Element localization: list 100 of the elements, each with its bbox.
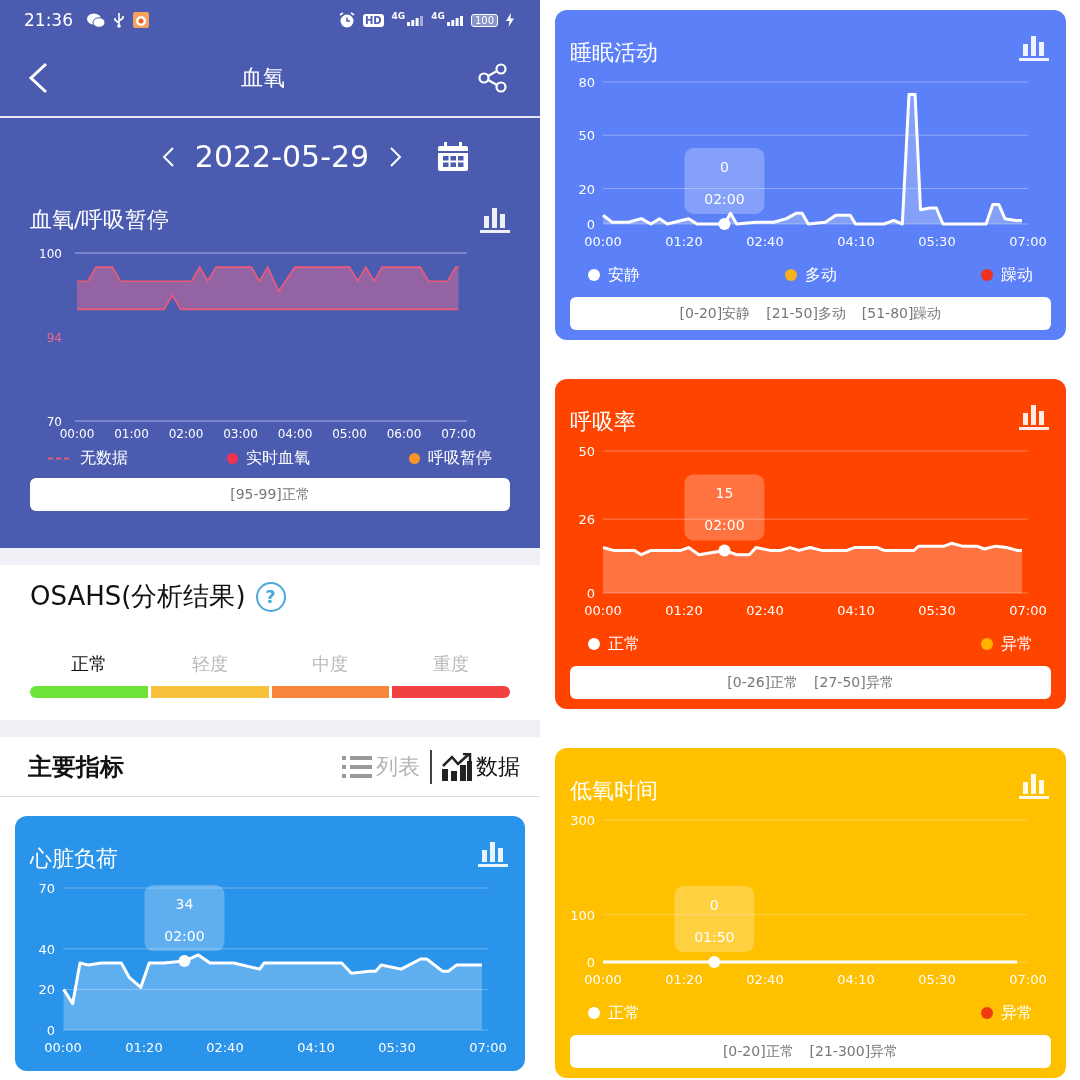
- threshold-label: 94: [46, 331, 62, 345]
- x-axis-label: 05:30: [918, 234, 956, 249]
- chevron-right-icon[interactable]: [389, 145, 404, 168]
- data-point-marker[interactable]: [708, 956, 721, 968]
- data-point-marker[interactable]: [178, 955, 191, 968]
- range-label: [27-50]异常: [814, 673, 894, 692]
- data-point-marker[interactable]: [718, 544, 731, 557]
- severity-label: 正常: [70, 652, 107, 676]
- x-axis-label: 01:00: [114, 427, 149, 441]
- x-axis-label: 02:40: [746, 972, 784, 987]
- section-title: OSAHS(分析结果): [30, 580, 246, 613]
- range-note: [95-99]正常: [30, 478, 510, 511]
- x-axis-label: 06:00: [386, 427, 422, 441]
- bar-chart-icon[interactable]: [1019, 403, 1049, 431]
- legend-label: 多动: [804, 264, 837, 286]
- y-axis-label: 0: [586, 955, 595, 970]
- y-axis-label: 300: [570, 813, 595, 828]
- calendar-icon[interactable]: [437, 141, 470, 172]
- legend-label: 实时血氧: [246, 447, 310, 469]
- legend-label: 呼吸暂停: [428, 447, 492, 469]
- legend-label: 躁动: [1001, 264, 1033, 286]
- status-time: 21:36: [24, 10, 73, 30]
- share-icon[interactable]: [478, 63, 508, 93]
- chevron-left-icon[interactable]: [160, 145, 175, 168]
- y-axis-label: 80: [578, 75, 595, 90]
- range-label: [0-20]安静: [679, 304, 751, 323]
- data-point-marker[interactable]: [718, 218, 731, 230]
- tooltip-value: 0: [719, 159, 729, 175]
- back-icon[interactable]: [28, 62, 48, 94]
- bar-chart-icon[interactable]: [480, 206, 510, 234]
- x-axis-label: 05:30: [918, 972, 956, 987]
- legend-label: 安静: [608, 264, 640, 286]
- x-axis-label: 04:10: [837, 603, 875, 618]
- range-label: [21-50]多动: [766, 304, 846, 323]
- bar-chart-icon[interactable]: [1019, 34, 1049, 62]
- card-title: 睡眠活动: [570, 39, 658, 67]
- x-axis-label: 07:00: [1009, 603, 1047, 618]
- x-axis-label: 04:00: [277, 427, 313, 441]
- range-label: [0-26]正常: [727, 673, 799, 692]
- help-button[interactable]: ?: [255, 581, 286, 612]
- x-axis-label: 00:00: [584, 972, 622, 987]
- x-axis-label: 05:30: [378, 1040, 416, 1055]
- chat-bubbles-icon: [87, 12, 105, 28]
- alarm-clock-icon: [338, 12, 355, 28]
- section-title: 主要指标: [28, 751, 124, 783]
- x-axis-label: 00:00: [44, 1040, 82, 1055]
- legend-label: 正常: [608, 1002, 640, 1024]
- tooltip-value: 15: [715, 485, 734, 502]
- list-icon: [342, 754, 372, 779]
- severity-label: 中度: [312, 652, 349, 676]
- x-axis-label: 00:00: [59, 427, 95, 441]
- x-axis-label: 04:10: [297, 1040, 335, 1055]
- tooltip-time: 01:50: [694, 929, 735, 945]
- y-axis-label: 20: [578, 181, 595, 197]
- x-axis-label: 02:40: [746, 603, 784, 618]
- x-axis-label: 02:40: [746, 234, 784, 249]
- y-axis-label: 0: [46, 1023, 55, 1038]
- tooltip-value: 34: [175, 896, 194, 913]
- x-axis-label: 04:10: [837, 972, 875, 987]
- card-title: 心脏负荷: [30, 845, 118, 873]
- range-label: [21-300]异常: [809, 1042, 899, 1061]
- tooltip-time: 02:00: [704, 191, 745, 207]
- charging-bolt-icon: [506, 13, 514, 27]
- app-icon: [133, 12, 149, 28]
- range-label: [0-20]正常: [722, 1042, 794, 1061]
- tooltip-time: 02:00: [164, 928, 205, 945]
- x-axis-label: 00:00: [584, 603, 622, 618]
- legend-label: 异常: [1001, 633, 1033, 655]
- view-toggle[interactable]: 数据: [442, 751, 520, 782]
- tooltip-value: 0: [709, 897, 719, 913]
- x-axis-label: 01:20: [665, 603, 703, 618]
- y-axis-label: 50: [578, 444, 595, 459]
- card-title: 呼吸率: [570, 408, 636, 436]
- range-label: [51-80]躁动: [861, 304, 942, 323]
- tooltip-time: 02:00: [704, 517, 745, 534]
- y-axis-label: 50: [578, 128, 595, 144]
- page-title: 血氧: [241, 64, 285, 92]
- y-axis-label: 100: [570, 907, 595, 923]
- y-axis-label: 70: [38, 881, 55, 896]
- usb-icon: [113, 12, 125, 28]
- legend-label: 异常: [1001, 1002, 1033, 1024]
- severity-label: 轻度: [191, 652, 228, 676]
- x-axis-label: 01:20: [125, 1040, 163, 1055]
- x-axis-label: 02:00: [168, 427, 204, 441]
- y-axis-label: 40: [38, 941, 55, 957]
- x-axis-label: 07:00: [1009, 972, 1047, 987]
- legend-label: 无数据: [80, 447, 128, 469]
- severity-label: 重度: [433, 652, 470, 676]
- hd-badge: HD: [362, 13, 384, 27]
- x-axis-label: 04:10: [837, 234, 875, 249]
- bar-chart-trend-icon: [442, 752, 472, 781]
- battery-indicator: 100: [470, 13, 498, 27]
- x-axis-label: 02:40: [206, 1040, 244, 1055]
- x-axis-label: 07:00: [469, 1040, 507, 1055]
- view-toggle[interactable]: 列表: [342, 751, 420, 782]
- date-label: 2022-05-29: [194, 139, 370, 174]
- y-axis-label: 0: [586, 217, 595, 232]
- bar-chart-icon[interactable]: [478, 840, 508, 868]
- signal-icon: [407, 14, 424, 26]
- x-axis-label: 07:00: [441, 427, 476, 441]
